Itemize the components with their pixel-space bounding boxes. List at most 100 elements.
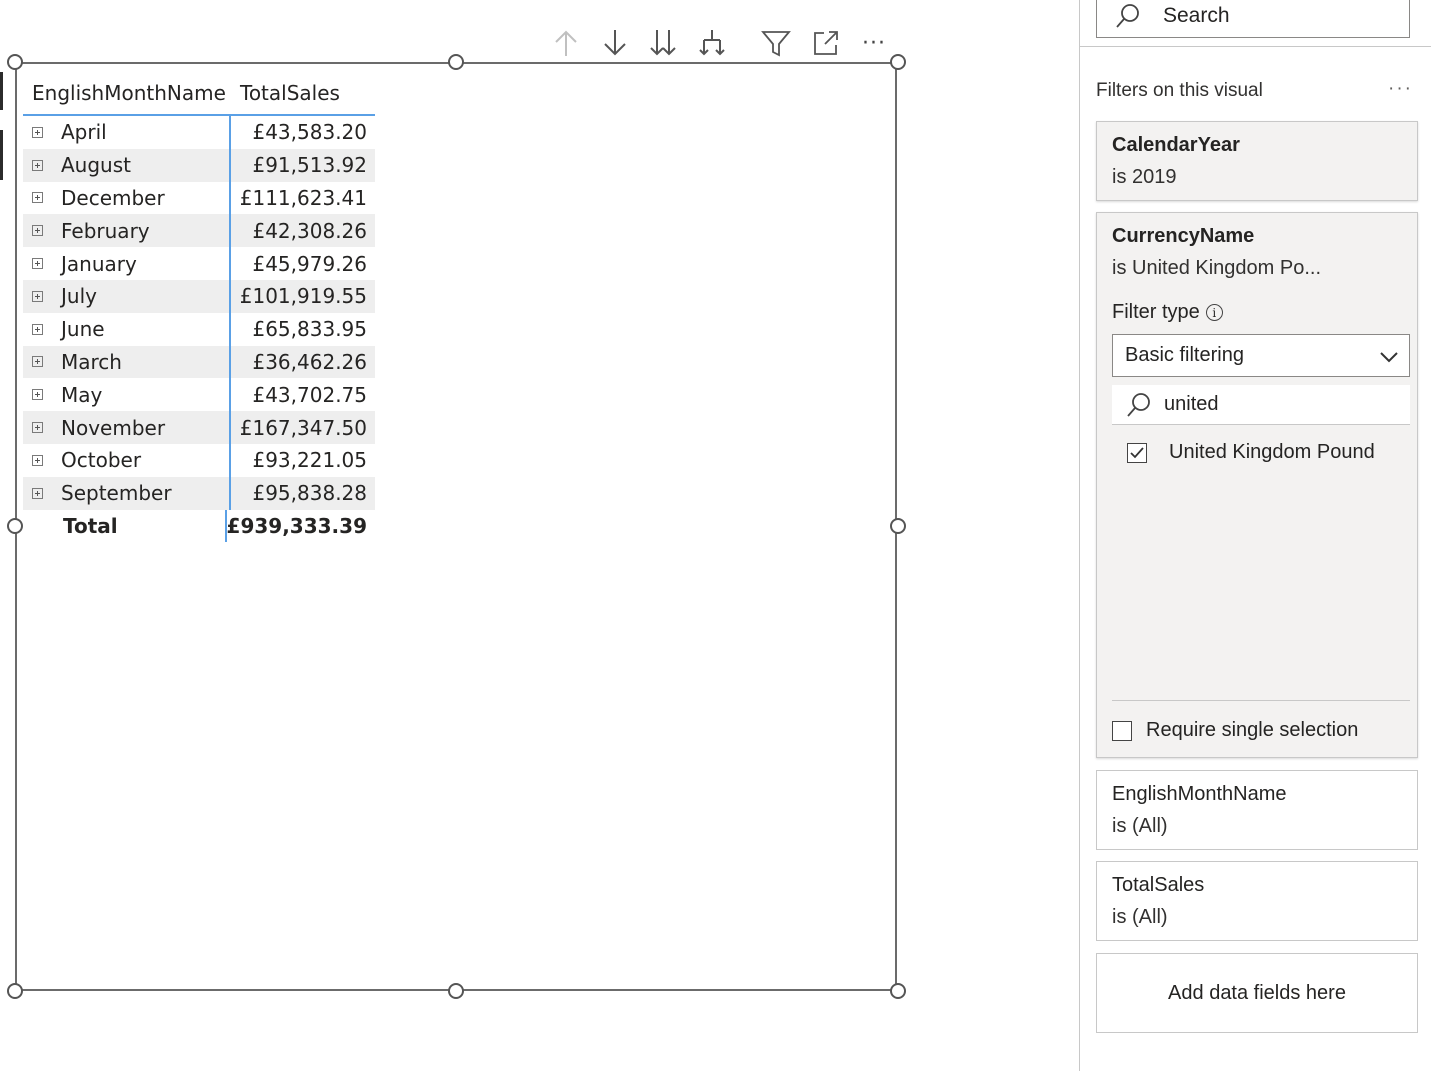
table-row[interactable]: October £93,221.05 bbox=[23, 443, 375, 477]
month-label: June bbox=[61, 317, 105, 342]
month-label: September bbox=[61, 481, 172, 506]
month-cell: October bbox=[23, 443, 231, 477]
table-row[interactable]: April £43,583.20 bbox=[23, 116, 375, 149]
resize-handle-top-left[interactable] bbox=[7, 54, 23, 70]
resize-handle-bottom-right[interactable] bbox=[890, 983, 906, 999]
sales-cell: £42,308.26 bbox=[252, 218, 367, 243]
checkbox-icon[interactable] bbox=[1112, 720, 1132, 741]
filter-option-label: United Kingdom Pound bbox=[1169, 441, 1375, 463]
expand-plus-icon[interactable] bbox=[32, 356, 43, 368]
sales-cell: £93,221.05 bbox=[252, 448, 367, 473]
filter-icon[interactable] bbox=[760, 26, 792, 60]
month-cell: August bbox=[23, 148, 231, 182]
filter-type-dropdown[interactable]: Basic filtering bbox=[1112, 334, 1410, 377]
info-icon[interactable]: i bbox=[1205, 304, 1223, 321]
total-value: £939,333.39 bbox=[226, 513, 367, 538]
table-row[interactable]: November £167,347.50 bbox=[23, 411, 375, 444]
sales-cell: £36,462.26 bbox=[252, 349, 367, 374]
filter-search-value: united bbox=[1164, 393, 1219, 415]
table-row[interactable]: March £36,462.26 bbox=[23, 345, 375, 379]
table-row[interactable]: June £65,833.95 bbox=[23, 312, 375, 346]
expand-plus-icon[interactable] bbox=[32, 225, 43, 237]
filter-card-calendaryear[interactable]: CalendarYear is 2019 bbox=[1096, 121, 1418, 201]
month-label: July bbox=[61, 284, 97, 309]
arrow-up-icon[interactable] bbox=[550, 26, 582, 60]
column-header-sales[interactable]: TotalSales bbox=[231, 81, 375, 105]
expand-plus-icon[interactable] bbox=[32, 192, 43, 204]
expand-plus-icon[interactable] bbox=[32, 258, 43, 270]
sales-cell: £45,979.26 bbox=[252, 251, 367, 276]
filter-card-totalsales[interactable]: TotalSales is (All) bbox=[1096, 861, 1418, 941]
filter-card-value: is 2019 bbox=[1112, 166, 1177, 188]
search-placeholder: Search bbox=[1163, 4, 1230, 27]
require-single-label: Require single selection bbox=[1146, 719, 1359, 741]
table-row[interactable]: February £42,308.26 bbox=[23, 214, 375, 248]
resize-handle-top[interactable] bbox=[448, 54, 464, 70]
month-cell: February bbox=[23, 214, 231, 248]
filter-search-input[interactable]: united bbox=[1112, 385, 1410, 425]
add-data-fields-label: Add data fields here bbox=[1168, 981, 1346, 1004]
month-cell: April bbox=[23, 116, 231, 149]
arrow-down-icon[interactable] bbox=[599, 26, 631, 60]
more-options-icon[interactable]: ··· bbox=[1388, 78, 1413, 100]
table-row[interactable]: January £45,979.26 bbox=[23, 247, 375, 280]
sales-cell: £65,833.95 bbox=[252, 317, 367, 342]
resize-handle-right[interactable] bbox=[890, 518, 906, 534]
expand-plus-icon[interactable] bbox=[32, 422, 43, 434]
month-cell: July bbox=[23, 279, 231, 313]
month-cell: November bbox=[23, 411, 231, 444]
filter-card-value: is (All) bbox=[1112, 815, 1168, 837]
sales-cell: £101,919.55 bbox=[239, 284, 367, 309]
sales-cell: £167,347.50 bbox=[239, 415, 367, 440]
month-label: February bbox=[61, 218, 150, 243]
filter-card-currencyname[interactable]: CurrencyName is United Kingdom Po... Fil… bbox=[1096, 212, 1418, 758]
add-data-fields-well[interactable]: Add data fields here bbox=[1096, 953, 1418, 1033]
table-header: EnglishMonthName TotalSales bbox=[23, 72, 375, 116]
month-label: October bbox=[61, 448, 142, 473]
expand-plus-icon[interactable] bbox=[32, 126, 43, 138]
resize-handle-left[interactable] bbox=[7, 518, 23, 534]
expand-plus-icon[interactable] bbox=[32, 454, 43, 466]
filter-option-united-kingdom-pound[interactable]: United Kingdom Pound bbox=[1127, 441, 1375, 464]
more-options-icon[interactable]: ··· bbox=[858, 26, 890, 60]
expand-plus-icon[interactable] bbox=[32, 323, 43, 335]
double-arrow-down-icon[interactable] bbox=[647, 26, 679, 60]
expand-plus-icon[interactable] bbox=[32, 389, 43, 401]
table-row[interactable]: May £43,702.75 bbox=[23, 378, 375, 412]
filter-pane: Search Filters on this visual ··· Calend… bbox=[1079, 0, 1431, 1071]
visual-header-toolbar: ··· bbox=[548, 26, 893, 60]
resize-handle-top-right[interactable] bbox=[890, 54, 906, 70]
expand-plus-icon[interactable] bbox=[32, 290, 43, 302]
expand-plus-icon[interactable] bbox=[32, 487, 43, 499]
month-label: April bbox=[61, 120, 107, 145]
filter-card-title: TotalSales bbox=[1112, 874, 1205, 896]
month-label: August bbox=[61, 153, 131, 178]
expand-hierarchy-icon[interactable] bbox=[696, 26, 728, 60]
filter-card-value: is (All) bbox=[1112, 906, 1168, 928]
require-single-selection[interactable]: Require single selection bbox=[1112, 719, 1358, 742]
filter-card-englishmonthname[interactable]: EnglishMonthName is (All) bbox=[1096, 770, 1418, 850]
month-label: March bbox=[61, 349, 122, 374]
resize-handle-bottom[interactable] bbox=[448, 983, 464, 999]
focus-mode-icon[interactable] bbox=[810, 26, 842, 60]
table-row[interactable]: December £111,623.41 bbox=[23, 181, 375, 215]
month-cell: January bbox=[23, 247, 231, 280]
checkbox-checked-icon[interactable] bbox=[1127, 442, 1147, 463]
filter-pane-search[interactable]: Search bbox=[1096, 0, 1410, 38]
resize-handle-bottom-left[interactable] bbox=[7, 983, 23, 999]
filter-type-label: Filter type i bbox=[1112, 301, 1223, 324]
table-row[interactable]: September £95,838.28 bbox=[23, 476, 375, 510]
expand-plus-icon[interactable] bbox=[32, 159, 43, 171]
table-row[interactable]: July £101,919.55 bbox=[23, 279, 375, 313]
divider bbox=[1080, 46, 1431, 47]
table-row[interactable]: August £91,513.92 bbox=[23, 148, 375, 182]
column-header-month[interactable]: EnglishMonthName bbox=[23, 81, 231, 105]
month-cell: September bbox=[23, 476, 231, 510]
sales-cell: £91,513.92 bbox=[252, 153, 367, 178]
month-cell: March bbox=[23, 345, 231, 379]
month-label: November bbox=[61, 415, 166, 440]
filter-type-text: Filter type bbox=[1112, 301, 1200, 323]
chevron-down-icon bbox=[1379, 347, 1399, 370]
sales-cell: £43,702.75 bbox=[252, 382, 367, 407]
matrix-table: EnglishMonthName TotalSales April £43,583… bbox=[23, 72, 375, 543]
